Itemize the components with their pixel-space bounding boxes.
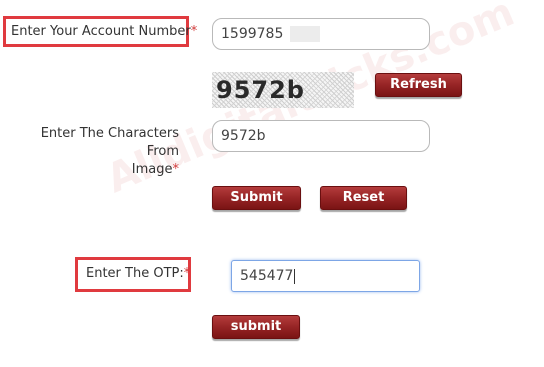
required-mark: * bbox=[172, 162, 180, 177]
otp-input[interactable]: 545477 bbox=[231, 260, 420, 292]
account-number-input[interactable]: 1599785 bbox=[212, 18, 430, 50]
required-mark: * bbox=[183, 266, 191, 281]
refresh-button[interactable]: Refresh bbox=[375, 73, 462, 97]
required-mark: * bbox=[190, 24, 198, 39]
account-number-value: 1599785 bbox=[221, 26, 284, 42]
otp-label: Enter The OTP:* bbox=[86, 265, 190, 283]
captcha-label: Enter The Characters From Image* bbox=[22, 125, 179, 179]
captcha-label-line1: Enter The Characters From bbox=[40, 126, 179, 159]
otp-value: 545477 bbox=[240, 268, 294, 284]
masked-digits bbox=[289, 26, 320, 42]
account-number-label: Enter Your Account Number* bbox=[11, 23, 197, 41]
submit-button[interactable]: Submit bbox=[212, 186, 301, 210]
otp-submit-button[interactable]: submit bbox=[212, 315, 300, 339]
otp-label-text: Enter The OTP: bbox=[86, 266, 184, 281]
account-number-label-text: Enter Your Account Number bbox=[11, 24, 191, 39]
captcha-image: 9572b bbox=[212, 72, 354, 108]
reset-button[interactable]: Reset bbox=[320, 186, 407, 210]
captcha-image-text: 9572b bbox=[216, 76, 305, 104]
captcha-label-line2: Image bbox=[131, 162, 173, 177]
text-caret bbox=[294, 268, 296, 284]
captcha-input[interactable]: 9572b bbox=[212, 120, 430, 152]
